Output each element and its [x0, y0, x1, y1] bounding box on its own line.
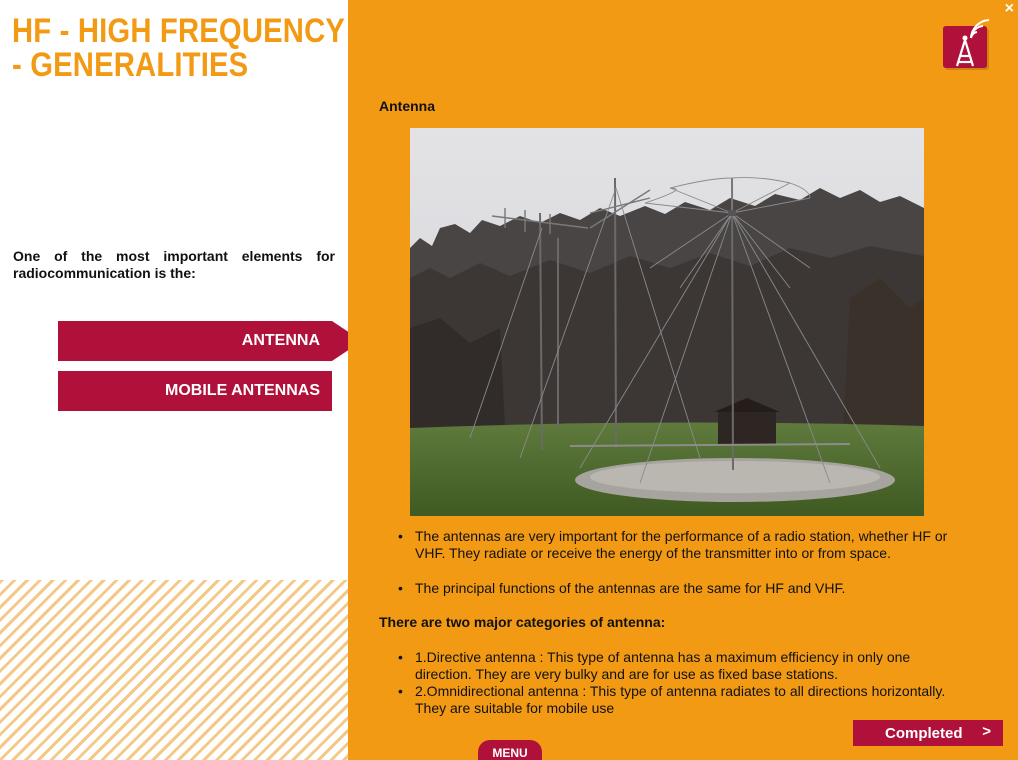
list-item: 2.Omnidirectional antenna : This type of…	[394, 683, 954, 717]
menu-button[interactable]: MENU	[478, 740, 542, 760]
left-panel: HF - HIGH FREQUENCY - GENERALITIES One o…	[0, 0, 362, 760]
page-title-line2: - GENERALITIES	[12, 46, 249, 84]
completed-label: Completed	[885, 724, 963, 742]
completed-button[interactable]: Completed >	[853, 720, 1003, 746]
chevron-right-icon: >	[982, 723, 991, 740]
content-panel: × Antenna • The antennas are very import…	[348, 0, 1018, 760]
decorative-stripes	[0, 580, 348, 760]
intro-text: One of the most important elements for r…	[13, 248, 335, 281]
bullet-list-intro: The antennas are very important for the …	[394, 528, 954, 562]
close-icon[interactable]: ×	[1005, 0, 1014, 18]
nav-item-label: MOBILE ANTENNAS	[165, 382, 320, 399]
antenna-field-photo	[410, 128, 924, 516]
section-title: Antenna	[379, 98, 435, 114]
bullet-list-categories: 1.Directive antenna : This type of anten…	[394, 649, 954, 717]
antenna-tower-icon	[943, 19, 990, 70]
list-item: The antennas are very important for the …	[394, 528, 954, 562]
nav-item-antenna[interactable]: ANTENNA	[58, 321, 362, 361]
nav-item-label: ANTENNA	[241, 332, 320, 349]
page-title: HF - HIGH FREQUENCY - GENERALITIES	[12, 12, 346, 84]
list-item: The principal functions of the antennas …	[394, 580, 954, 597]
list-item: 1.Directive antenna : This type of anten…	[394, 649, 954, 683]
page-title-line1: HF - HIGH FREQUENCY	[12, 12, 346, 50]
bullet-list-functions: The principal functions of the antennas …	[394, 580, 954, 597]
nav-item-mobile-antennas[interactable]: MOBILE ANTENNAS	[58, 371, 332, 411]
categories-heading: There are two major categories of antenn…	[379, 614, 666, 630]
